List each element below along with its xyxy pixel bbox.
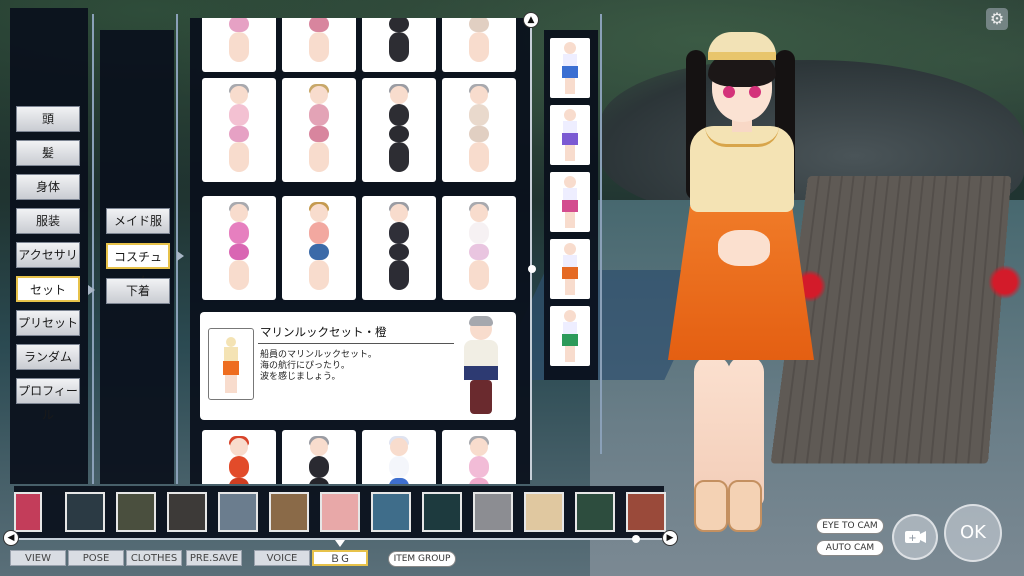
red-flower <box>985 262 1024 302</box>
item-card[interactable] <box>442 430 516 484</box>
scroll-right-button[interactable]: ▶ <box>662 530 678 546</box>
variant-thumbnail[interactable] <box>550 306 590 366</box>
category-button[interactable]: 髪 <box>16 140 80 166</box>
category-button[interactable]: プリセット <box>16 310 80 336</box>
item-card[interactable] <box>362 430 436 484</box>
divider <box>258 343 454 344</box>
character-hat-band <box>708 52 776 60</box>
ok-button[interactable]: OK <box>944 504 1002 562</box>
scroll-up-button[interactable]: ▲ <box>523 12 539 28</box>
panel-divider <box>600 14 602 454</box>
category-button[interactable]: 身体 <box>16 174 80 200</box>
variant-thumbnail[interactable] <box>550 38 590 98</box>
item-detail-title: マリンルックセット・橙 <box>260 325 387 339</box>
item-card[interactable] <box>282 196 356 300</box>
character-eye-right <box>749 86 761 98</box>
item-detail-thumbnail <box>208 328 254 400</box>
character-eye-left <box>723 86 735 98</box>
camera-icon: + <box>905 531 926 544</box>
background-thumbnail[interactable] <box>422 492 462 532</box>
bottom-tab[interactable]: POSE <box>68 550 124 566</box>
category-button[interactable]: プロフィール <box>16 378 80 422</box>
scroll-left-button[interactable]: ◀ <box>3 530 19 546</box>
item-card[interactable] <box>442 196 516 300</box>
subcategory-button[interactable]: メイド服 <box>106 208 170 234</box>
bottom-tab[interactable]: PRE.SAVE <box>186 550 242 566</box>
strip-scrollbar-thumb[interactable] <box>632 535 640 543</box>
category-button[interactable]: ランダム <box>16 344 80 370</box>
background-thumbnail[interactable] <box>116 492 156 532</box>
category-button[interactable]: 頭 <box>16 106 80 132</box>
background-thumbnail[interactable] <box>14 492 42 532</box>
grid-scrollbar-track[interactable] <box>530 28 532 480</box>
panel-divider <box>92 14 94 484</box>
item-detail-description: 船員のマリンルックセット。 海の航行にぴったり。 波を感じましょう。 <box>260 350 377 382</box>
item-card[interactable] <box>282 430 356 484</box>
background-thumbnail[interactable] <box>473 492 513 532</box>
background-thumbnail[interactable] <box>575 492 615 532</box>
variant-thumbnail[interactable] <box>550 105 590 165</box>
background-thumbnail[interactable] <box>320 492 360 532</box>
panel-divider <box>176 14 178 484</box>
svg-text:+: + <box>908 533 916 544</box>
caret-down-icon <box>335 540 345 547</box>
character-hands <box>718 230 770 266</box>
category-button[interactable]: セット <box>16 276 80 302</box>
background-thumbnail[interactable] <box>524 492 564 532</box>
bottom-tab[interactable]: VIEW <box>10 550 66 566</box>
eye-to-cam-button[interactable]: EYE TO CAM <box>816 518 884 534</box>
auto-cam-button[interactable]: AUTO CAM <box>816 540 884 556</box>
variant-thumbnail[interactable] <box>550 172 590 232</box>
bottom-tab[interactable]: CLOTHES <box>126 550 182 566</box>
item-card[interactable] <box>202 196 276 300</box>
item-card[interactable] <box>442 18 516 72</box>
item-detail-card: マリンルックセット・橙 船員のマリンルックセット。 海の航行にぴったり。 波を感… <box>200 312 516 420</box>
character-sandal-right <box>728 480 762 532</box>
item-card[interactable] <box>282 18 356 72</box>
item-card[interactable] <box>362 196 436 300</box>
chevron-right-icon <box>177 251 184 261</box>
grid-scrollbar-thumb[interactable] <box>528 265 536 273</box>
item-card[interactable] <box>202 430 276 484</box>
camera-button[interactable]: + <box>892 514 938 560</box>
item-card[interactable] <box>362 18 436 72</box>
item-card[interactable] <box>362 78 436 182</box>
settings-gear-icon[interactable]: ⚙ <box>986 8 1008 30</box>
chevron-right-icon <box>88 285 95 295</box>
variant-thumbnail[interactable] <box>550 239 590 299</box>
bottom-tab[interactable]: VOICE <box>254 550 310 566</box>
background-thumbnail[interactable] <box>626 492 666 532</box>
item-card[interactable] <box>282 78 356 182</box>
background-thumbnail[interactable] <box>269 492 309 532</box>
subcategory-button[interactable]: コスチューム <box>106 243 170 288</box>
item-card[interactable] <box>442 78 516 182</box>
category-button[interactable]: アクセサリ <box>16 242 80 268</box>
item-group-button[interactable]: ITEM GROUP <box>388 551 456 567</box>
item-card[interactable] <box>202 18 276 72</box>
bottom-tab[interactable]: ＢＧ <box>312 550 368 566</box>
background-thumbnail[interactable] <box>371 492 411 532</box>
item-card[interactable] <box>202 78 276 182</box>
category-button[interactable]: 服装 <box>16 208 80 234</box>
background-thumbnail[interactable] <box>218 492 258 532</box>
character-sandal-left <box>694 480 728 532</box>
subcategory-button[interactable]: 下着 <box>106 278 170 304</box>
background-thumbnail[interactable] <box>167 492 207 532</box>
background-thumbnail[interactable] <box>65 492 105 532</box>
